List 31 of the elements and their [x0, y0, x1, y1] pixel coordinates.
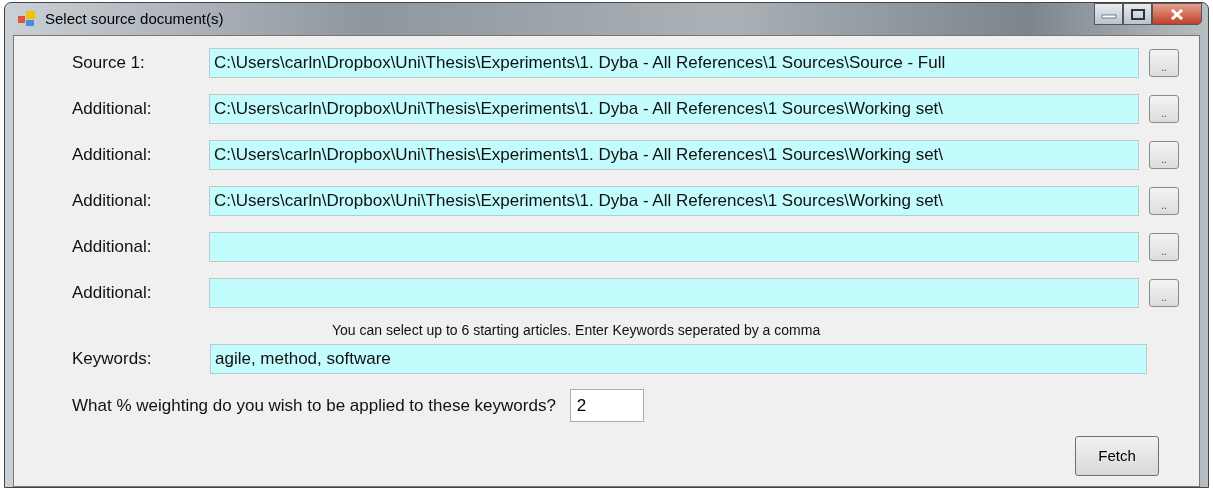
keywords-field[interactable]: agile, method, software	[210, 343, 1147, 374]
path-field[interactable]	[209, 232, 1140, 262]
path-field[interactable]: C:\Users\carln\Dropbox\Uni\Thesis\Experiments\1. Dyba - All References\1 Sources\Working set\	[209, 186, 1140, 216]
weighting-field[interactable]: 2	[569, 389, 644, 422]
maximize-icon	[1129, 8, 1146, 20]
path-field[interactable]: C:\Users\carln\Dropbox\Uni\Thesis\Experiments\1. Dyba - All References\1 Sources\Source - Full	[209, 48, 1140, 78]
field-label: Source 1:	[72, 52, 146, 75]
maximize-button[interactable]	[1123, 3, 1152, 25]
field-label: Keywords:	[72, 347, 153, 370]
browse-button[interactable]: ..	[1149, 95, 1179, 123]
field-label: Additional:	[72, 144, 153, 167]
field-label: Additional:	[72, 282, 153, 305]
app-icon	[17, 10, 37, 28]
field-label: Additional:	[72, 190, 153, 213]
browse-button[interactable]: ..	[1149, 141, 1179, 169]
field-label: Additional:	[72, 236, 153, 259]
path-field[interactable]: C:\Users\carln\Dropbox\Uni\Thesis\Experiments\1. Dyba - All References\1 Sources\Working set\	[209, 94, 1140, 124]
path-field[interactable]	[209, 278, 1140, 308]
browse-button[interactable]: ..	[1149, 49, 1179, 77]
window-title: Select source document(s)	[45, 8, 224, 29]
weighting-label: What % weighting do you wish to be applied to these keywords?	[72, 394, 556, 417]
field-label: Additional:	[72, 98, 153, 121]
path-field[interactable]: C:\Users\carln\Dropbox\Uni\Thesis\Experiments\1. Dyba - All References\1 Sources\Working set\	[209, 140, 1140, 170]
close-button[interactable]	[1152, 3, 1202, 25]
hint-text: You can select up to 6 starting articles. Enter Keywords seperated by a comma	[332, 321, 822, 340]
browse-button[interactable]: ..	[1149, 187, 1179, 215]
browse-button[interactable]: ..	[1149, 233, 1179, 261]
browse-button[interactable]: ..	[1149, 279, 1179, 307]
fetch-button[interactable]: Fetch	[1075, 436, 1159, 476]
minimize-button[interactable]	[1094, 3, 1123, 25]
close-icon	[1169, 8, 1185, 20]
